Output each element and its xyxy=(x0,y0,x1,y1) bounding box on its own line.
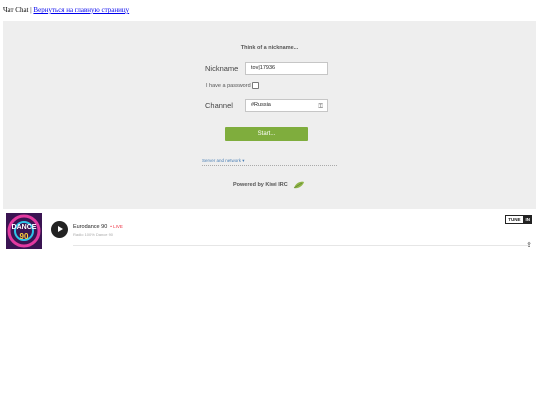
radio-player-widget: DANCE 90 Eurodance 90 • LIVE Radio 100% D… xyxy=(3,211,536,255)
svg-text:DANCE: DANCE xyxy=(12,224,37,231)
password-checkbox[interactable] xyxy=(251,82,259,89)
station-name: Eurodance 90 xyxy=(73,224,108,230)
site-name: Чат Chat xyxy=(3,6,29,14)
tunein-badge: IN xyxy=(523,215,532,224)
station-subtitle: Radio 100% Dance 90 xyxy=(73,232,114,237)
live-badge: • LIVE xyxy=(110,224,123,229)
server-network-toggle[interactable]: Server and network ▾ xyxy=(202,158,337,166)
svg-text:90: 90 xyxy=(20,232,29,241)
channel-value: #Russia xyxy=(251,102,271,108)
tunein-label: TUNE xyxy=(505,215,524,224)
progress-bar xyxy=(73,245,528,246)
password-row: I have a password xyxy=(206,82,259,89)
header-bar: Чат Chat | Вернуться на главную страницу xyxy=(3,6,129,14)
password-label: I have a password xyxy=(206,82,251,89)
play-button[interactable] xyxy=(51,221,68,238)
channel-label: Channel xyxy=(205,101,233,110)
channel-input[interactable]: #Russia ⚿ xyxy=(245,99,328,112)
cover-art: DANCE 90 xyxy=(6,213,42,249)
kiwi-irc-panel: Think of a nickname... Nickname tov|1793… xyxy=(3,21,536,209)
station-cover-image: DANCE 90 xyxy=(6,213,42,249)
powered-by: Powered by Kiwi IRC xyxy=(233,181,305,189)
station-title: Eurodance 90 • LIVE xyxy=(73,224,123,230)
start-button[interactable]: Start... xyxy=(225,127,308,141)
nickname-label: Nickname xyxy=(205,64,239,73)
tunein-logo[interactable]: TUNE IN xyxy=(505,215,532,224)
nickname-value: tov|17936 xyxy=(251,65,276,71)
kiwi-leaf-icon xyxy=(293,181,304,189)
nickname-input[interactable]: tov|17936 xyxy=(245,62,328,75)
key-icon[interactable]: ⚿ xyxy=(318,102,323,113)
home-link[interactable]: Вернуться на главную страницу xyxy=(33,6,129,14)
powered-by-text: Powered by Kiwi IRC xyxy=(233,182,288,188)
share-icon[interactable]: ⇪ xyxy=(526,241,532,249)
welcome-title: Think of a nickname... xyxy=(240,45,299,51)
